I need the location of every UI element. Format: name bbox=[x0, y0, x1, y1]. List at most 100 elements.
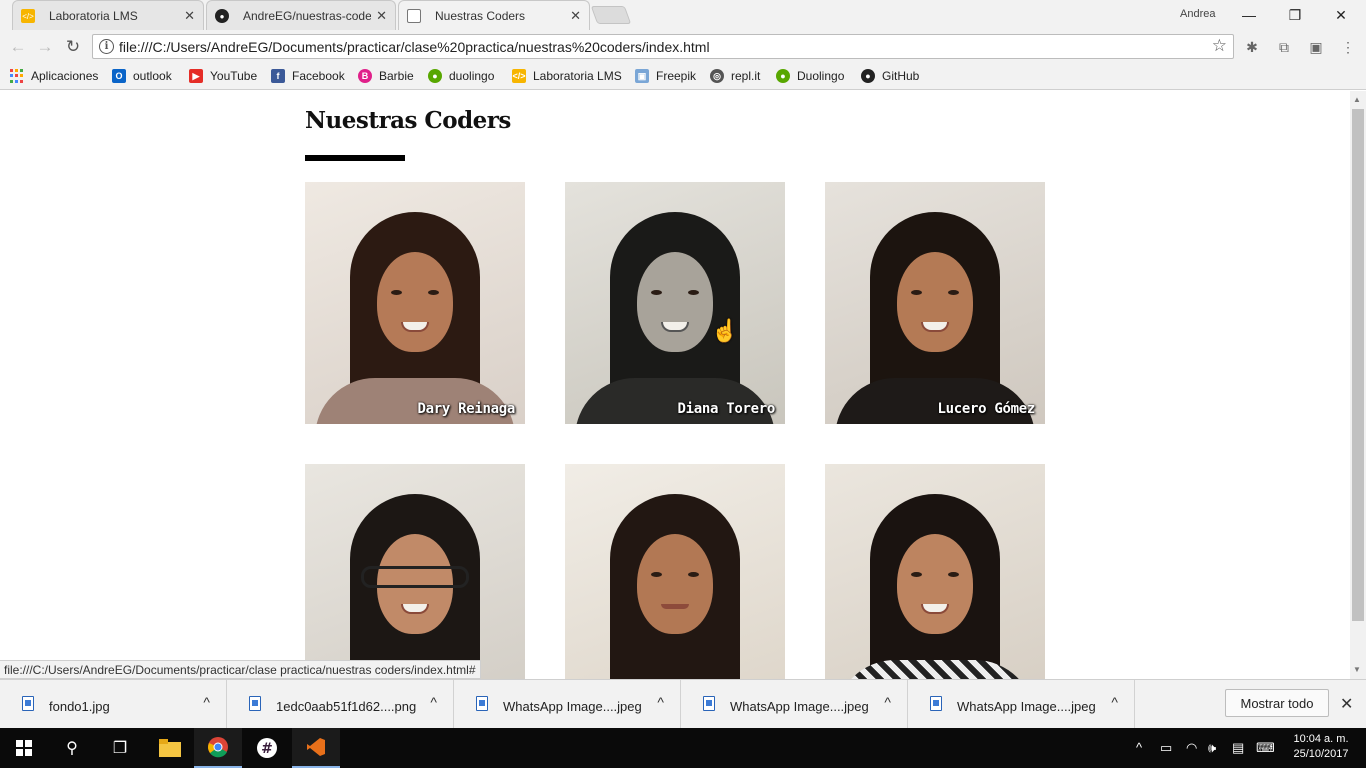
duolingo-icon: ● bbox=[776, 69, 790, 83]
coder-eye bbox=[911, 290, 922, 295]
info-icon[interactable]: i bbox=[99, 39, 114, 54]
coder-eye bbox=[391, 290, 402, 295]
slack-icon[interactable]: # bbox=[243, 728, 291, 768]
bookmark-label: duolingo bbox=[449, 69, 495, 83]
bookmark-aplicaciones[interactable]: Aplicaciones bbox=[10, 67, 98, 85]
bookmark-replit[interactable]: ◎ repl.it bbox=[710, 67, 760, 85]
scroll-up-icon[interactable]: ▲ bbox=[1353, 95, 1361, 104]
download-item[interactable]: WhatsApp Image....jpeg ^ bbox=[908, 680, 1135, 729]
coder-face bbox=[377, 252, 453, 352]
download-item[interactable]: fondo1.jpg ^ bbox=[0, 680, 227, 729]
wifi-icon[interactable]: ◠ bbox=[1186, 740, 1197, 756]
coder-name: Dary Reinaga bbox=[417, 401, 515, 417]
bookmark-facebook[interactable]: f Facebook bbox=[271, 67, 345, 85]
coder-card[interactable] bbox=[825, 464, 1045, 679]
volume-icon[interactable]: 🕪 bbox=[1208, 740, 1216, 756]
coder-card[interactable]: Diana Torero bbox=[565, 182, 785, 424]
bookmark-duolingo-2[interactable]: ● Duolingo bbox=[776, 67, 844, 85]
page-scrollbar[interactable]: ▲ ▼ bbox=[1350, 91, 1366, 679]
chevron-up-icon[interactable]: ^ bbox=[203, 694, 210, 710]
laboratoria-icon: </> bbox=[21, 9, 35, 23]
download-item[interactable]: WhatsApp Image....jpeg ^ bbox=[454, 680, 681, 729]
chevron-up-icon[interactable]: ^ bbox=[1111, 694, 1118, 710]
image-file-icon bbox=[249, 696, 261, 711]
bookmark-github[interactable]: ● GitHub bbox=[861, 67, 919, 85]
cast-icon[interactable]: ⧉ bbox=[1275, 38, 1293, 56]
bookmark-outlook[interactable]: O outlook bbox=[112, 67, 172, 85]
scroll-down-icon[interactable]: ▼ bbox=[1353, 665, 1361, 674]
close-icon[interactable]: ✕ bbox=[570, 9, 581, 23]
close-icon[interactable]: ✕ bbox=[184, 9, 195, 23]
file-explorer-icon[interactable] bbox=[146, 728, 194, 768]
search-icon[interactable]: ⚲ bbox=[48, 728, 96, 768]
minimize-button[interactable]: — bbox=[1226, 0, 1272, 30]
bookmark-youtube[interactable]: ▶ YouTube bbox=[189, 67, 257, 85]
tab-github[interactable]: ● AndreEG/nuestras-coders ✕ bbox=[206, 0, 396, 30]
chevron-up-icon[interactable]: ^ bbox=[430, 694, 437, 710]
close-window-button[interactable]: ✕ bbox=[1318, 0, 1364, 30]
download-item[interactable]: WhatsApp Image....jpeg ^ bbox=[681, 680, 908, 729]
image-file-icon bbox=[703, 696, 715, 711]
title-underline bbox=[305, 155, 405, 161]
keyboard-icon[interactable]: ⌨ bbox=[1256, 740, 1275, 756]
show-all-downloads-button[interactable]: Mostrar todo bbox=[1225, 689, 1329, 717]
battery-icon[interactable]: ▭ bbox=[1160, 740, 1172, 756]
coder-lips bbox=[661, 604, 689, 609]
youtube-icon: ▶ bbox=[189, 69, 203, 83]
back-arrow-icon[interactable]: ← bbox=[8, 37, 28, 57]
bookmarks-bar: Aplicaciones O outlook ▶ YouTube f Faceb… bbox=[0, 62, 1366, 90]
download-item[interactable]: 1edc0aab51f1d62....png ^ bbox=[227, 680, 454, 729]
restore-button[interactable]: ❐ bbox=[1272, 0, 1318, 30]
bookmark-laboratoria[interactable]: </> Laboratoria LMS bbox=[512, 67, 622, 85]
chrome-icon[interactable] bbox=[194, 728, 242, 768]
download-shelf: fondo1.jpg ^ 1edc0aab51f1d62....png ^ Wh… bbox=[0, 679, 1366, 729]
document-icon bbox=[407, 9, 421, 23]
tab-nuestras-coders[interactable]: Nuestras Coders ✕ bbox=[398, 0, 590, 30]
bookmark-star-icon[interactable]: ☆ bbox=[1212, 36, 1227, 56]
chevron-up-icon[interactable]: ^ bbox=[884, 694, 891, 710]
close-icon[interactable]: ✕ bbox=[1340, 694, 1353, 714]
url-input[interactable] bbox=[119, 38, 1199, 56]
windows-start-icon[interactable] bbox=[0, 728, 48, 768]
new-tab-button[interactable] bbox=[590, 6, 632, 24]
menu-kebab-icon[interactable]: ⋮ bbox=[1339, 38, 1357, 56]
scrollbar-thumb[interactable] bbox=[1352, 109, 1364, 621]
coder-eye bbox=[651, 572, 662, 577]
taskbar-clock[interactable]: 10:04 a. m. 25/10/2017 bbox=[1284, 732, 1358, 762]
task-view-icon[interactable]: ❐ bbox=[96, 728, 144, 768]
bookmark-label: Laboratoria LMS bbox=[533, 69, 622, 83]
reload-icon[interactable]: ↻ bbox=[63, 37, 83, 57]
bookmark-barbie[interactable]: B Barbie bbox=[358, 67, 414, 85]
chevron-up-icon[interactable]: ^ bbox=[657, 694, 664, 710]
bookmark-label: Duolingo bbox=[797, 69, 845, 83]
coder-face bbox=[637, 252, 713, 352]
coder-card[interactable]: Dary Reinaga bbox=[305, 182, 525, 424]
coder-card[interactable] bbox=[565, 464, 785, 679]
bookmark-freepik[interactable]: ▣ Freepik bbox=[635, 67, 696, 85]
address-bar[interactable]: i ☆ bbox=[92, 34, 1234, 59]
coder-eye bbox=[428, 290, 439, 295]
bookmark-duolingo[interactable]: ● duolingo bbox=[428, 67, 494, 85]
notification-icon[interactable]: ▤ bbox=[1232, 740, 1244, 756]
tab-title: Laboratoria LMS bbox=[49, 8, 138, 23]
extension-puzzle-icon[interactable]: ✱ bbox=[1243, 38, 1261, 56]
forward-arrow-icon[interactable]: → bbox=[35, 37, 55, 57]
coder-card[interactable]: Lucero Gómez bbox=[825, 182, 1045, 424]
coder-face bbox=[897, 252, 973, 352]
close-icon[interactable]: ✕ bbox=[376, 9, 387, 23]
status-url: file:///C:/Users/AndreEG/Documents/pract… bbox=[0, 660, 481, 679]
page-viewport: Nuestras Coders Dary Reinaga Diana Torer… bbox=[0, 91, 1350, 679]
coder-eye bbox=[948, 290, 959, 295]
profile-name[interactable]: Andrea bbox=[1180, 8, 1215, 20]
coder-glasses bbox=[361, 566, 469, 588]
tab-laboratoria[interactable]: </> Laboratoria LMS ✕ bbox=[12, 0, 204, 30]
coder-card[interactable] bbox=[305, 464, 525, 679]
bookmark-label: GitHub bbox=[882, 69, 920, 83]
coder-eye bbox=[688, 572, 699, 577]
chevron-up-icon[interactable]: ^ bbox=[1136, 740, 1142, 755]
download-filename: WhatsApp Image....jpeg bbox=[503, 699, 642, 714]
visual-studio-code-icon[interactable] bbox=[292, 728, 340, 768]
extension-icon[interactable]: ▣ bbox=[1307, 38, 1325, 56]
outlook-icon: O bbox=[112, 69, 126, 83]
bookmark-label: Facebook bbox=[292, 69, 345, 83]
